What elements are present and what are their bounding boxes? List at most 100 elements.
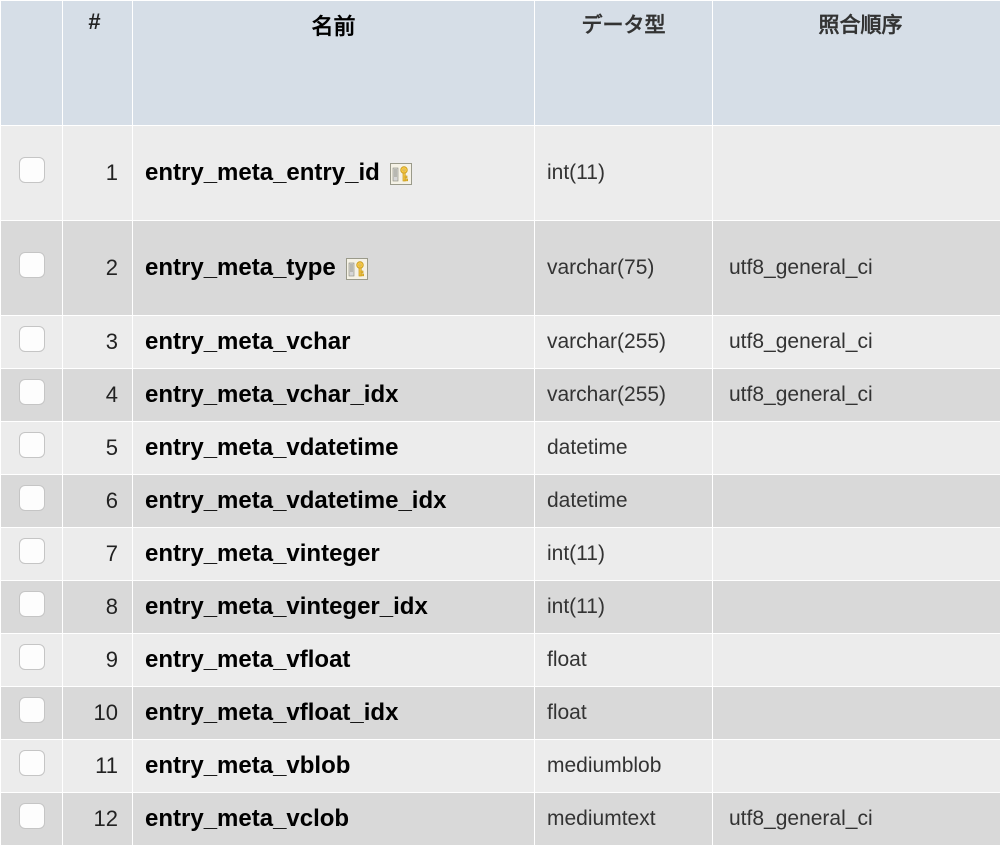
row-checkbox-cell — [1, 634, 63, 687]
row-checkbox[interactable] — [19, 157, 45, 183]
row-index: 1 — [63, 126, 133, 221]
row-checkbox[interactable] — [19, 326, 45, 352]
row-checkbox-cell — [1, 126, 63, 221]
column-type: mediumtext — [535, 793, 713, 846]
column-name-cell: entry_meta_type — [133, 221, 535, 316]
row-checkbox[interactable] — [19, 644, 45, 670]
column-type: varchar(255) — [535, 369, 713, 422]
column-name-cell: entry_meta_vclob — [133, 793, 535, 846]
row-checkbox-cell — [1, 581, 63, 634]
column-name: entry_meta_vdatetime_idx — [145, 487, 446, 514]
header-index: # — [63, 1, 133, 126]
column-type: int(11) — [535, 528, 713, 581]
column-name: entry_meta_vdatetime — [145, 434, 398, 461]
row-checkbox[interactable] — [19, 252, 45, 278]
table-row: 2 entry_meta_type varchar(75)utf8_general… — [1, 221, 1000, 316]
table-row: 12 entry_meta_vclob mediumtextutf8_general… — [1, 793, 1000, 846]
column-collation: utf8_general_ci — [713, 221, 1000, 316]
row-index: 5 — [63, 422, 133, 475]
column-type: float — [535, 687, 713, 740]
table-row: 5 entry_meta_vdatetime datetime — [1, 422, 1000, 475]
column-name: entry_meta_vfloat_idx — [145, 699, 398, 726]
primary-key-icon — [390, 163, 412, 185]
table-row: 3 entry_meta_vchar varchar(255)utf8_genera… — [1, 316, 1000, 369]
column-collation — [713, 634, 1000, 687]
column-name-cell: entry_meta_vchar_idx — [133, 369, 535, 422]
row-checkbox-cell — [1, 422, 63, 475]
column-collation: utf8_general_ci — [713, 369, 1000, 422]
header-row: # 名前 データ型 照合順序 — [1, 1, 1000, 126]
column-name: entry_meta_vinteger_idx — [145, 593, 428, 620]
column-collation — [713, 740, 1000, 793]
row-checkbox-cell — [1, 316, 63, 369]
primary-key-icon — [346, 258, 368, 280]
column-type: int(11) — [535, 581, 713, 634]
column-type: datetime — [535, 422, 713, 475]
column-collation — [713, 422, 1000, 475]
column-collation: utf8_general_ci — [713, 316, 1000, 369]
column-collation — [713, 126, 1000, 221]
row-index: 4 — [63, 369, 133, 422]
column-name-cell: entry_meta_vinteger_idx — [133, 581, 535, 634]
row-checkbox-cell — [1, 221, 63, 316]
table-row: 4 entry_meta_vchar_idx varchar(255)utf8_ge… — [1, 369, 1000, 422]
row-checkbox-cell — [1, 528, 63, 581]
header-name: 名前 — [133, 1, 535, 126]
row-index: 11 — [63, 740, 133, 793]
column-type: datetime — [535, 475, 713, 528]
row-index: 6 — [63, 475, 133, 528]
header-checkbox — [1, 1, 63, 126]
row-checkbox[interactable] — [19, 697, 45, 723]
row-index: 3 — [63, 316, 133, 369]
row-index: 12 — [63, 793, 133, 846]
column-name: entry_meta_type — [145, 254, 336, 281]
column-collation: utf8_general_ci — [713, 793, 1000, 846]
column-type: varchar(255) — [535, 316, 713, 369]
row-checkbox-cell — [1, 687, 63, 740]
header-type: データ型 — [535, 1, 713, 126]
row-checkbox[interactable] — [19, 803, 45, 829]
row-checkbox-cell — [1, 740, 63, 793]
column-type: int(11) — [535, 126, 713, 221]
row-index: 9 — [63, 634, 133, 687]
column-name-cell: entry_meta_vdatetime — [133, 422, 535, 475]
column-name: entry_meta_vchar_idx — [145, 381, 398, 408]
column-collation — [713, 687, 1000, 740]
column-collation — [713, 475, 1000, 528]
column-name-cell: entry_meta_vfloat — [133, 634, 535, 687]
header-collation: 照合順序 — [713, 1, 1000, 126]
column-name-cell: entry_meta_vchar — [133, 316, 535, 369]
row-checkbox[interactable] — [19, 432, 45, 458]
column-collation — [713, 528, 1000, 581]
column-name: entry_meta_vclob — [145, 805, 349, 832]
column-type: varchar(75) — [535, 221, 713, 316]
table-row: 9 entry_meta_vfloat float — [1, 634, 1000, 687]
row-index: 10 — [63, 687, 133, 740]
columns-table: # 名前 データ型 照合順序 1 entry_meta_entry_id int(… — [0, 0, 1000, 846]
column-name: entry_meta_vinteger — [145, 540, 380, 567]
row-checkbox[interactable] — [19, 750, 45, 776]
column-type: float — [535, 634, 713, 687]
column-name-cell: entry_meta_vdatetime_idx — [133, 475, 535, 528]
row-checkbox[interactable] — [19, 379, 45, 405]
table-row: 10 entry_meta_vfloat_idx float — [1, 687, 1000, 740]
row-checkbox[interactable] — [19, 485, 45, 511]
row-index: 7 — [63, 528, 133, 581]
column-name-cell: entry_meta_vfloat_idx — [133, 687, 535, 740]
table-row: 8 entry_meta_vinteger_idx int(11) — [1, 581, 1000, 634]
column-name-cell: entry_meta_vinteger — [133, 528, 535, 581]
column-name: entry_meta_vfloat — [145, 646, 350, 673]
column-name-cell: entry_meta_vblob — [133, 740, 535, 793]
column-name-cell: entry_meta_entry_id — [133, 126, 535, 221]
row-index: 8 — [63, 581, 133, 634]
row-checkbox-cell — [1, 793, 63, 846]
row-index: 2 — [63, 221, 133, 316]
column-name: entry_meta_vchar — [145, 328, 350, 355]
table-row: 7 entry_meta_vinteger int(11) — [1, 528, 1000, 581]
column-name: entry_meta_vblob — [145, 752, 350, 779]
column-collation — [713, 581, 1000, 634]
column-type: mediumblob — [535, 740, 713, 793]
row-checkbox[interactable] — [19, 591, 45, 617]
column-name: entry_meta_entry_id — [145, 159, 380, 186]
row-checkbox[interactable] — [19, 538, 45, 564]
